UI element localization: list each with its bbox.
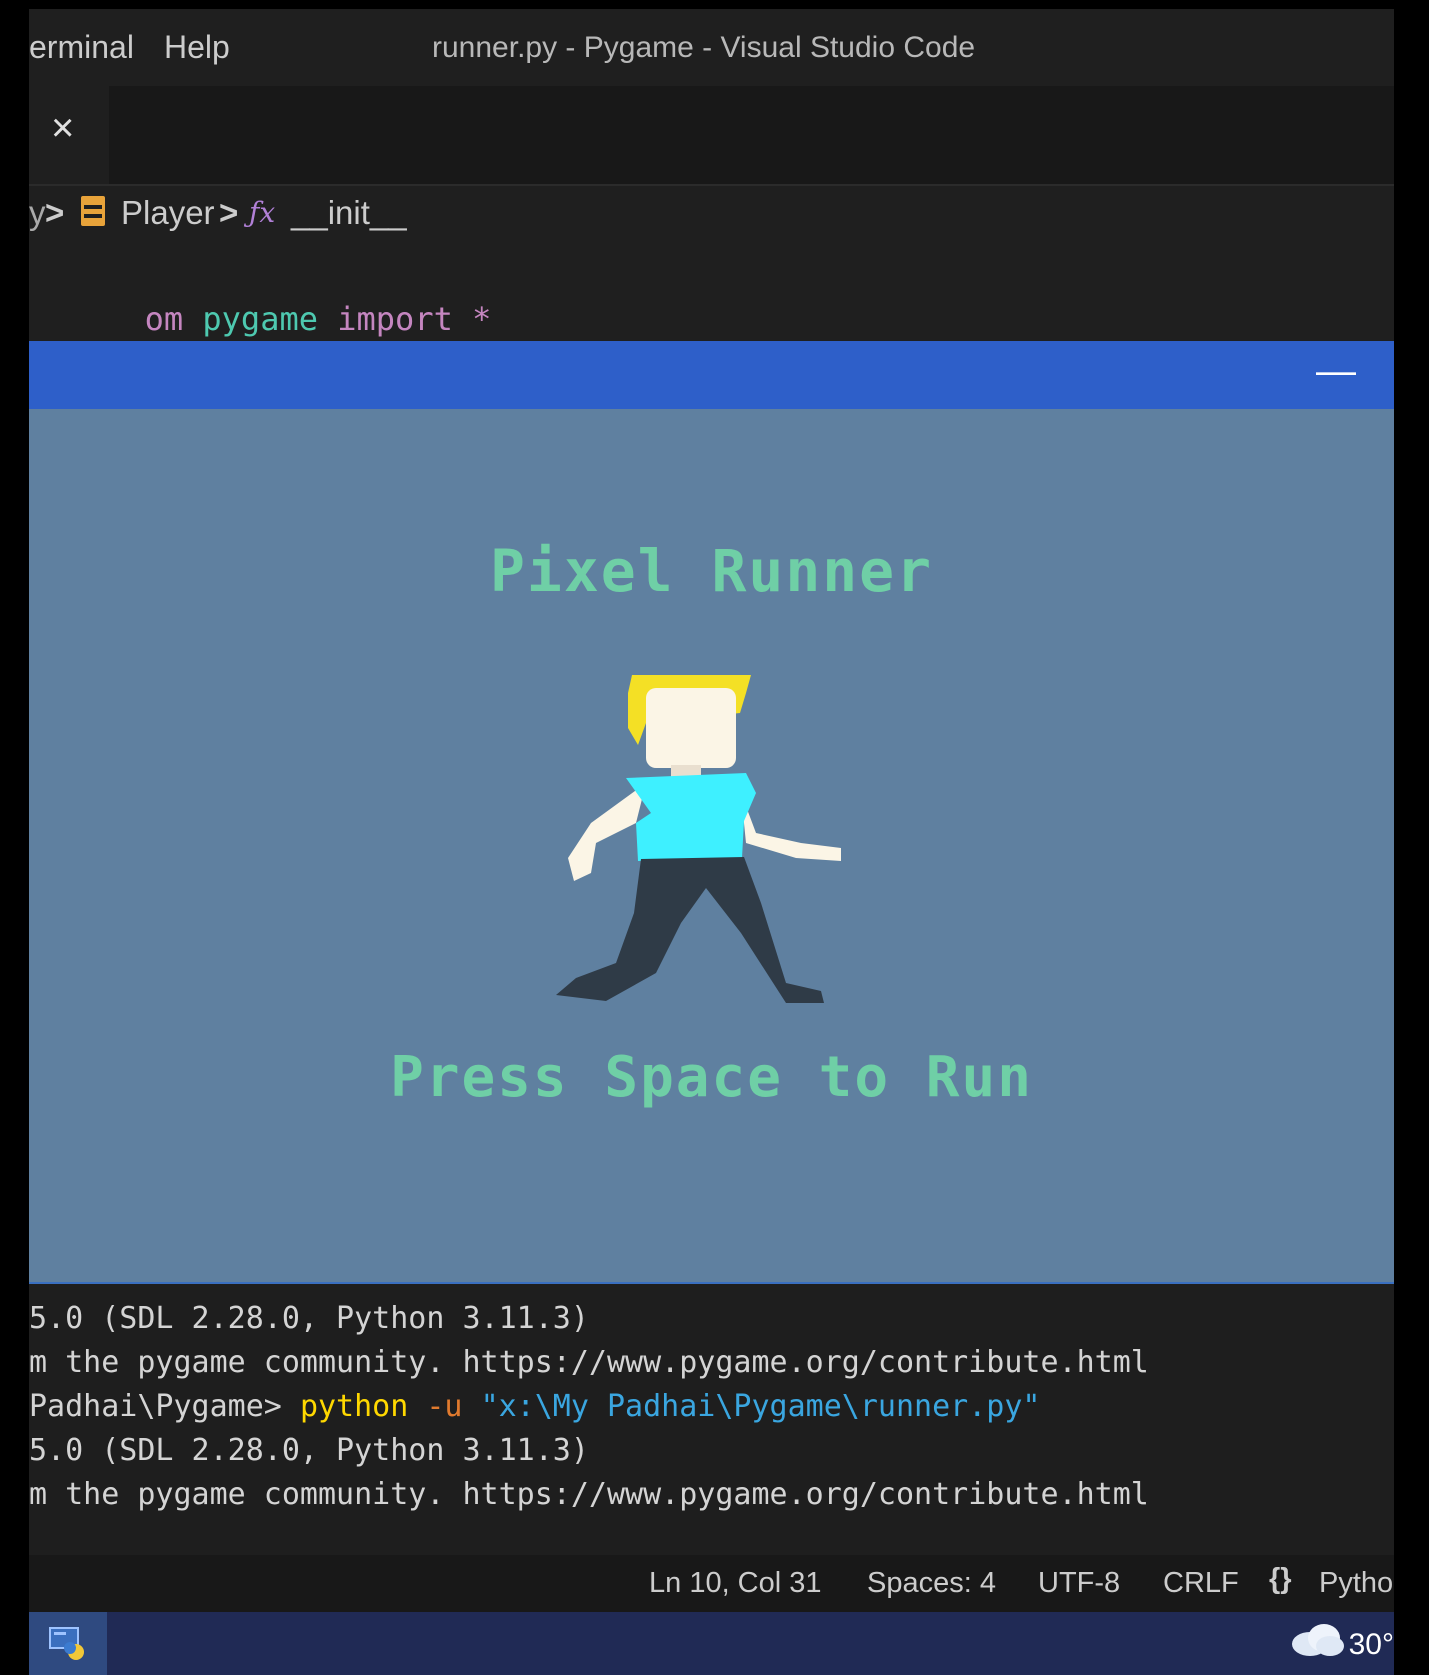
game-title: Pixel Runner (489, 537, 934, 605)
terminal-line: Padhai\Pygame> python -u "x:\My Padhai\P… (29, 1385, 1040, 1429)
cloud-icon (1292, 1624, 1344, 1656)
menu-help[interactable]: Help (164, 29, 230, 66)
terminal-line: 5.0 (SDL 2.28.0, Python 3.11.3) (29, 1301, 589, 1336)
vscode-window: erminal Help runner.py - Pygame - Visual… (29, 9, 1394, 1675)
window-title: runner.py - Pygame - Visual Studio Code (432, 31, 976, 64)
terminal-flag: -u (408, 1389, 481, 1424)
player-sprite (556, 675, 841, 1003)
line-ending[interactable]: CRLF (1163, 1567, 1239, 1600)
taskbar: 30° (29, 1612, 1394, 1675)
indentation[interactable]: Spaces: 4 (867, 1567, 996, 1600)
tab-bar: × (29, 86, 1394, 186)
function-icon: ƒx (249, 196, 276, 229)
game-canvas[interactable]: Pixel Runner Press Space to Run (29, 409, 1394, 1284)
weather-temperature: 30° (1348, 1628, 1394, 1661)
breadcrumb: y > Player > ƒx __init__ (29, 186, 1394, 244)
menu-terminal[interactable]: erminal (29, 29, 134, 66)
player-arm (741, 793, 841, 861)
terminal-line: m the pygame community. https://www.pyga… (29, 1345, 1149, 1380)
terminal-panel[interactable]: 5.0 (SDL 2.28.0, Python 3.11.3) m the py… (29, 1293, 1394, 1563)
breadcrumb-function[interactable]: __init__ (291, 194, 407, 232)
chevron-right-icon: > (45, 194, 65, 231)
code-line: om sys import exit (29, 292, 492, 386)
player-face (646, 688, 736, 768)
python-app-icon[interactable] (29, 1612, 107, 1675)
player-arm (568, 783, 646, 881)
code-editor[interactable]: om pygame import * om sys import exit (29, 244, 1394, 386)
pygame-window[interactable]: — Pixel Runner Press Space to Run (29, 341, 1394, 1291)
player-shirt (626, 773, 756, 861)
player-legs (556, 857, 824, 1003)
editor-tab[interactable]: × (29, 86, 109, 184)
terminal-command: python (299, 1389, 409, 1424)
terminal-line: 5.0 (SDL 2.28.0, Python 3.11.3) (29, 1433, 589, 1468)
pygame-title-bar[interactable]: — (29, 341, 1394, 409)
minimize-icon[interactable]: — (1316, 349, 1356, 394)
title-bar: erminal Help runner.py - Pygame - Visual… (29, 9, 1394, 86)
encoding[interactable]: UTF-8 (1038, 1567, 1120, 1600)
code-line: om pygame import * (29, 244, 492, 338)
language-mode[interactable]: Pytho (1319, 1567, 1393, 1600)
status-bar: Ln 10, Col 31 Spaces: 4 UTF-8 CRLF {} Py… (29, 1555, 1394, 1612)
start-prompt: Press Space to Run (390, 1045, 1033, 1110)
close-icon[interactable]: × (51, 106, 74, 151)
chevron-right-icon: > (219, 194, 239, 231)
breadcrumb-prefix[interactable]: y (29, 194, 46, 232)
braces-icon: {} (1269, 1563, 1292, 1595)
terminal-path: "x:\My Padhai\Pygame\runner.py" (480, 1389, 1041, 1424)
cursor-position[interactable]: Ln 10, Col 31 (649, 1567, 822, 1600)
class-icon (81, 196, 105, 226)
terminal-line: m the pygame community. https://www.pyga… (29, 1477, 1149, 1512)
breadcrumb-class[interactable]: Player (121, 194, 215, 232)
terminal-prompt: Padhai\Pygame> (29, 1389, 300, 1424)
